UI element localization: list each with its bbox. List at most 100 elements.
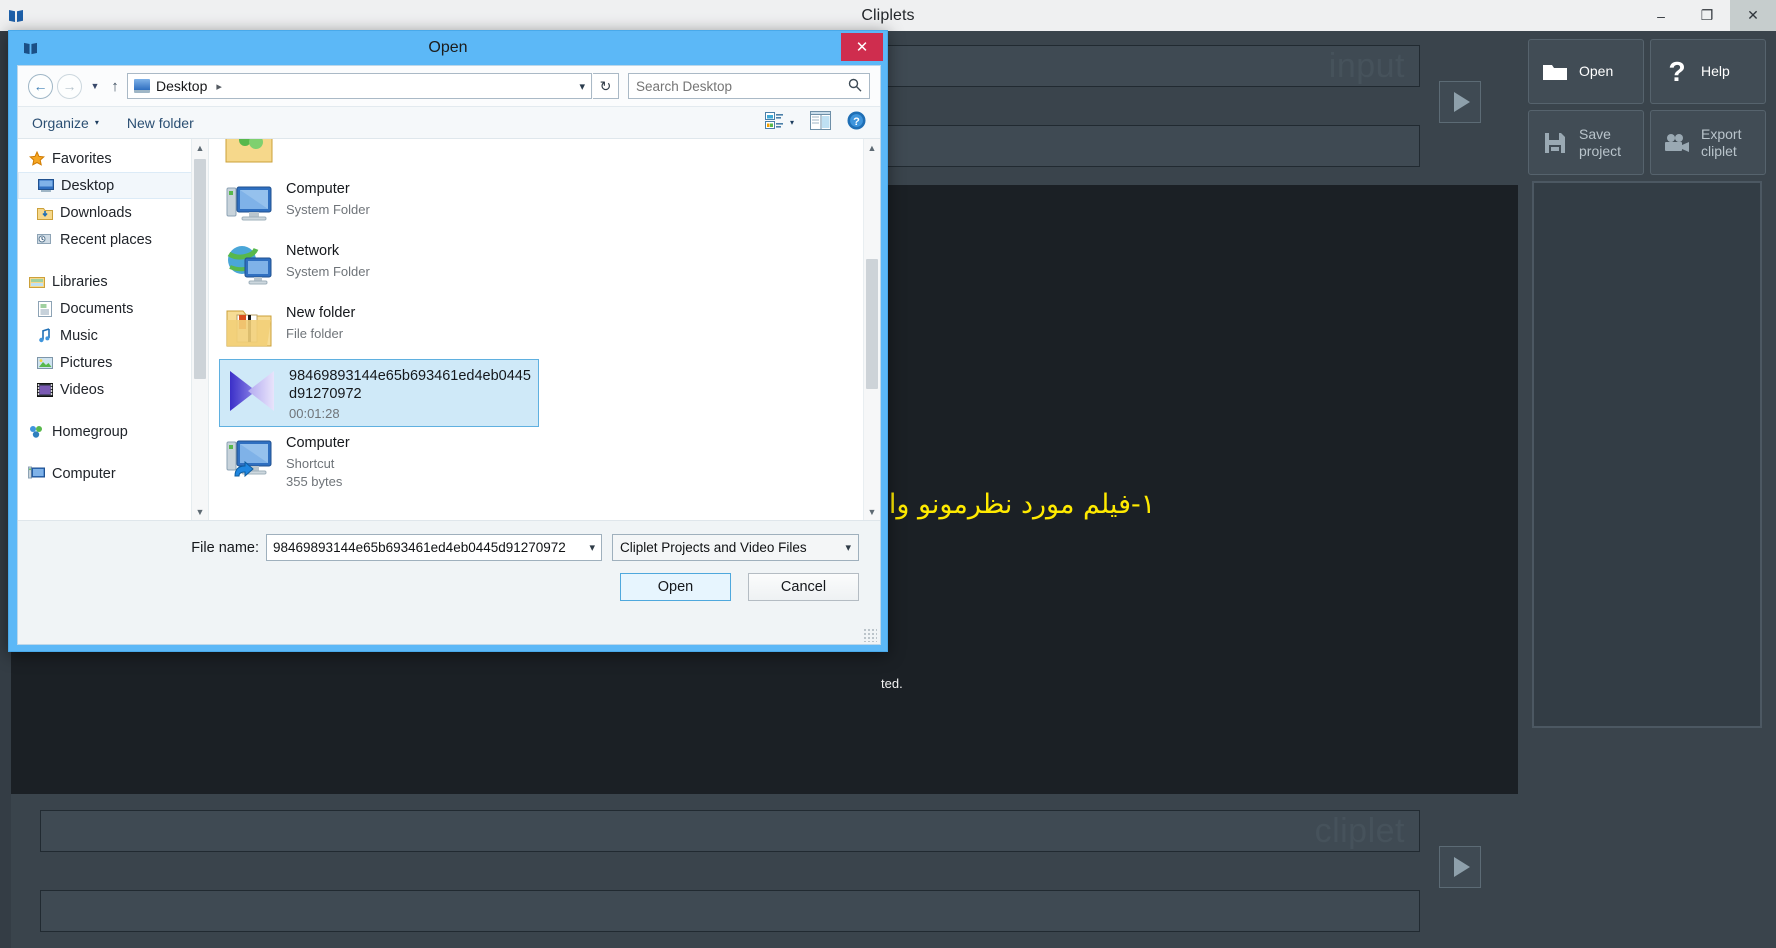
nav-group-homegroup[interactable]: Homegroup [18,418,208,445]
nav-item-recent-places[interactable]: Recent places [18,226,208,253]
nav-group-computer[interactable]: Computer [18,460,208,487]
libraries-icon [28,273,45,290]
nav-item-downloads-label: Downloads [60,204,132,221]
video-file-icon [226,365,278,417]
back-icon[interactable]: ← [28,73,53,99]
change-view-button[interactable]: ▾ [764,111,794,134]
dialog-close-button[interactable]: ✕ [841,33,883,61]
nav-item-recent-places-label: Recent places [60,231,152,248]
computer-shortcut-icon [223,432,275,484]
search-input[interactable] [636,78,848,94]
scrollbar-thumb[interactable] [194,159,206,379]
open-button[interactable]: Open [1528,39,1644,104]
list-item[interactable]: System Folder [217,139,880,173]
scroll-down-icon[interactable]: ▼ [864,503,880,520]
open-button-label: Open [1579,63,1614,80]
organize-menu[interactable]: Organize ▾ [32,115,99,131]
tool-button-grid: Open ? Help Save project Export cliplet [1528,39,1766,175]
nav-item-desktop[interactable]: Desktop [18,172,208,199]
output-play-button[interactable] [1439,846,1481,888]
computer-icon [28,465,45,482]
dialog-buttons: Open Cancel [620,573,859,601]
chevron-down-icon[interactable]: ▾ [585,541,595,554]
file-list-scrollbar[interactable]: ▲ ▼ [863,139,880,520]
file-name-input[interactable] [273,540,586,555]
list-item[interactable]: Computer Shortcut 355 bytes [217,427,880,494]
list-item[interactable]: New folder File folder [217,297,880,359]
preview-pane-icon[interactable] [810,110,831,135]
file-list-pane[interactable]: System Folder [209,139,880,520]
file-type-select[interactable]: Cliplet Projects and Video Files ▾ [612,534,859,561]
list-item-sub: System Folder [286,263,370,279]
scroll-up-icon[interactable]: ▲ [192,139,208,156]
list-item-meta: Computer System Folder [286,178,370,217]
desktop-icon [37,177,54,194]
cancel-button[interactable]: Cancel [748,573,859,601]
navigation-list: Favorites Desktop Downloads Recent place… [18,139,208,487]
resize-grip[interactable] [863,628,877,642]
question-mark-icon: ? [1668,55,1686,87]
folder-icon [1540,62,1570,82]
output-timeline-strip[interactable]: cliplet [40,810,1420,852]
chevron-down-icon: ▾ [94,118,99,127]
nav-item-documents[interactable]: Documents [18,295,208,322]
organize-label: Organize [32,114,89,131]
refresh-icon[interactable]: ↻ [593,73,619,99]
breadcrumb-dropdown-icon[interactable]: ▾ [579,80,585,93]
nav-item-desktop-label: Desktop [61,177,115,194]
output-panel: cliplet [11,792,1518,948]
list-item-name: Network [286,243,340,259]
nav-item-pictures[interactable]: Pictures [18,349,208,376]
nav-item-music[interactable]: Music [18,322,208,349]
list-item-sub: System Folder [286,201,370,217]
dialog-navigation-bar: ← → ▼ ↑ Desktop ▸ ▾ ↻ [18,66,880,106]
export-cliplet-button[interactable]: Export cliplet [1650,110,1766,175]
chevron-down-icon: ▾ [789,118,794,127]
history-dropdown-icon[interactable]: ▼ [86,81,104,91]
list-item-selected[interactable]: 98469893144e65b693461ed4eb0445d91270972 … [219,359,539,428]
nav-item-videos[interactable]: Videos [18,376,208,403]
nav-item-videos-label: Videos [60,381,105,398]
list-item-name: New folder [286,305,356,321]
output-secondary-strip[interactable] [40,890,1420,932]
breadcrumb-separator-icon[interactable]: ▸ [216,80,222,93]
search-icon [848,78,862,95]
scrollbar-thumb[interactable] [866,259,878,389]
nav-item-downloads[interactable]: Downloads [18,199,208,226]
list-item[interactable]: Network System Folder [217,235,880,297]
open-button[interactable]: Open [620,573,731,601]
close-button[interactable]: ✕ [1730,0,1776,31]
list-item-name: Computer [286,181,350,197]
input-watermark: input [1328,46,1405,85]
dialog-title: Open [428,39,468,56]
help-button[interactable]: ? Help [1650,39,1766,104]
recent-places-icon [36,231,53,248]
nav-group-favorites[interactable]: Favorites [18,145,208,172]
scroll-down-icon[interactable]: ▼ [192,503,208,520]
breadcrumb[interactable]: Desktop ▸ ▾ [127,73,592,99]
list-item-sub-size: 355 bytes [286,474,343,490]
save-project-button[interactable]: Save project [1528,110,1644,175]
nav-group-homegroup-label: Homegroup [52,423,128,440]
minimize-button[interactable]: – [1638,0,1684,31]
nav-group-libraries[interactable]: Libraries [18,268,208,295]
new-folder-button[interactable]: New folder [127,115,194,131]
up-one-level-icon[interactable]: ↑ [104,78,126,95]
floppy-disk-icon [1540,131,1570,155]
window-controls: – ❐ ✕ [1638,0,1776,31]
input-play-button[interactable] [1439,81,1481,123]
list-item[interactable]: Computer System Folder [217,173,880,235]
forward-icon[interactable]: → [57,73,82,99]
file-name-field[interactable]: ▾ [266,534,602,561]
help-icon[interactable]: ? [847,111,866,135]
dialog-content: ← → ▼ ↑ Desktop ▸ ▾ ↻ Search Desktop Org… [17,65,881,645]
preview-thumbnail-area[interactable] [1532,181,1762,728]
scroll-up-icon[interactable]: ▲ [864,139,880,156]
list-item-name: 98469893144e65b693461ed4eb0445d91270972 [289,368,531,402]
navigation-pane-scrollbar[interactable]: ▲ ▼ [191,139,208,520]
export-cliplet-label: Export cliplet [1701,126,1742,159]
search-box[interactable] [628,73,870,99]
homegroup-icon [28,423,45,440]
svg-text:?: ? [853,116,860,128]
restore-button[interactable]: ❐ [1684,0,1730,31]
